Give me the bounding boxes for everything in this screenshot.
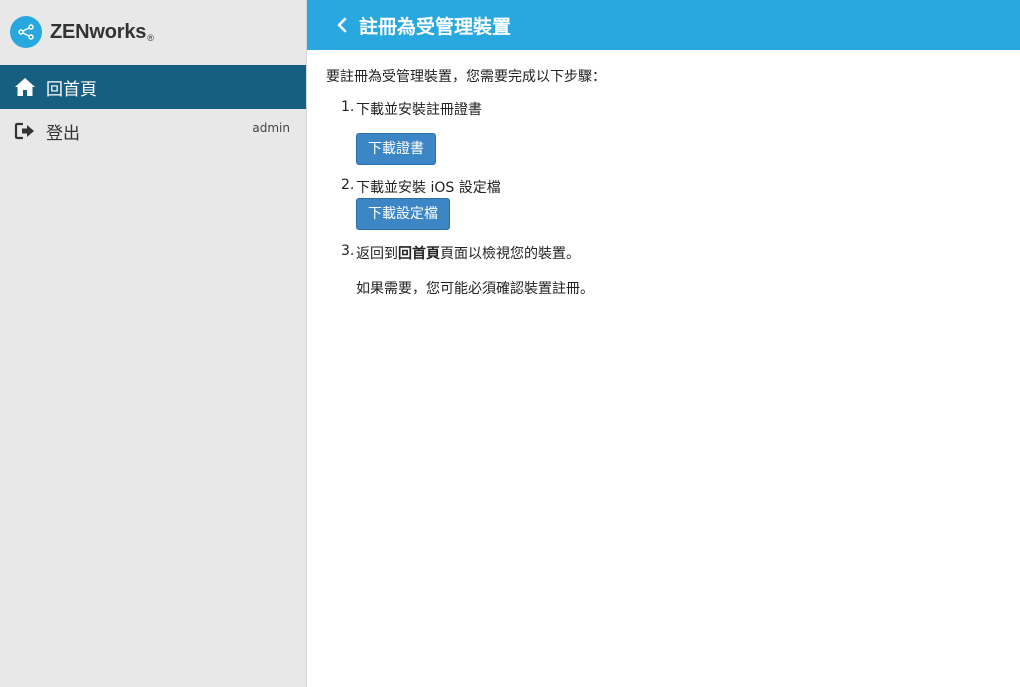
- chevron-left-icon[interactable]: [333, 13, 351, 37]
- step-3-pre: 返回到: [356, 246, 398, 262]
- share-icon: [10, 16, 42, 48]
- current-user: admin: [252, 121, 290, 135]
- sidebar-item-logout[interactable]: 登出 admin: [0, 109, 306, 153]
- sidebar-item-logout-label: 登出: [46, 123, 80, 144]
- step-3-home-link-text: 回首頁: [398, 246, 440, 262]
- sidebar-item-home-label: 回首頁: [46, 79, 97, 100]
- step-2-text: 下載並安裝 iOS 設定檔: [356, 180, 501, 196]
- brand-logo: ZENworks®: [0, 0, 306, 64]
- step-3: 3. 返回到回首頁頁面以檢視您的裝置。: [326, 243, 1006, 263]
- brand-name-text: ZENworks: [50, 20, 147, 43]
- step-2-number: 2.: [341, 177, 355, 193]
- step-1-number: 1.: [341, 99, 355, 115]
- step-1-text: 下載並安裝註冊證書: [356, 102, 482, 118]
- download-profile-button[interactable]: 下載設定檔: [356, 198, 450, 230]
- step-1: 1. 下載並安裝註冊證書: [326, 99, 1006, 119]
- step-3-number: 3.: [341, 243, 355, 259]
- step-2: 2. 下載並安裝 iOS 設定檔: [326, 177, 1006, 197]
- registration-note: 如果需要，您可能必須確認裝置註冊。: [326, 278, 1006, 298]
- page-header: 註冊為受管理裝置: [307, 0, 1020, 50]
- sign-out-icon: [14, 120, 36, 142]
- step-3-post: 頁面以檢視您的裝置。: [440, 246, 580, 262]
- step-1-actions: 下載證書: [326, 133, 1006, 165]
- sidebar: ZENworks® 回首頁 登出 admin: [0, 0, 307, 687]
- step-2-actions: 下載設定檔: [326, 198, 1006, 230]
- home-icon: [14, 76, 36, 98]
- intro-text: 要註冊為受管理裝置，您需要完成以下步驟：: [326, 69, 606, 85]
- registration-note-text: 如果需要，您可能必須確認裝置註冊。: [356, 281, 594, 297]
- download-certificate-button[interactable]: 下載證書: [356, 133, 436, 165]
- main-content: 要註冊為受管理裝置，您需要完成以下步驟： 1. 下載並安裝註冊證書 下載證書 2…: [326, 68, 1006, 298]
- page-title: 註冊為受管理裝置: [359, 15, 512, 38]
- brand-registered-mark: ®: [147, 32, 154, 43]
- brand-name: ZENworks®: [50, 21, 154, 44]
- sidebar-item-home[interactable]: 回首頁: [0, 65, 306, 109]
